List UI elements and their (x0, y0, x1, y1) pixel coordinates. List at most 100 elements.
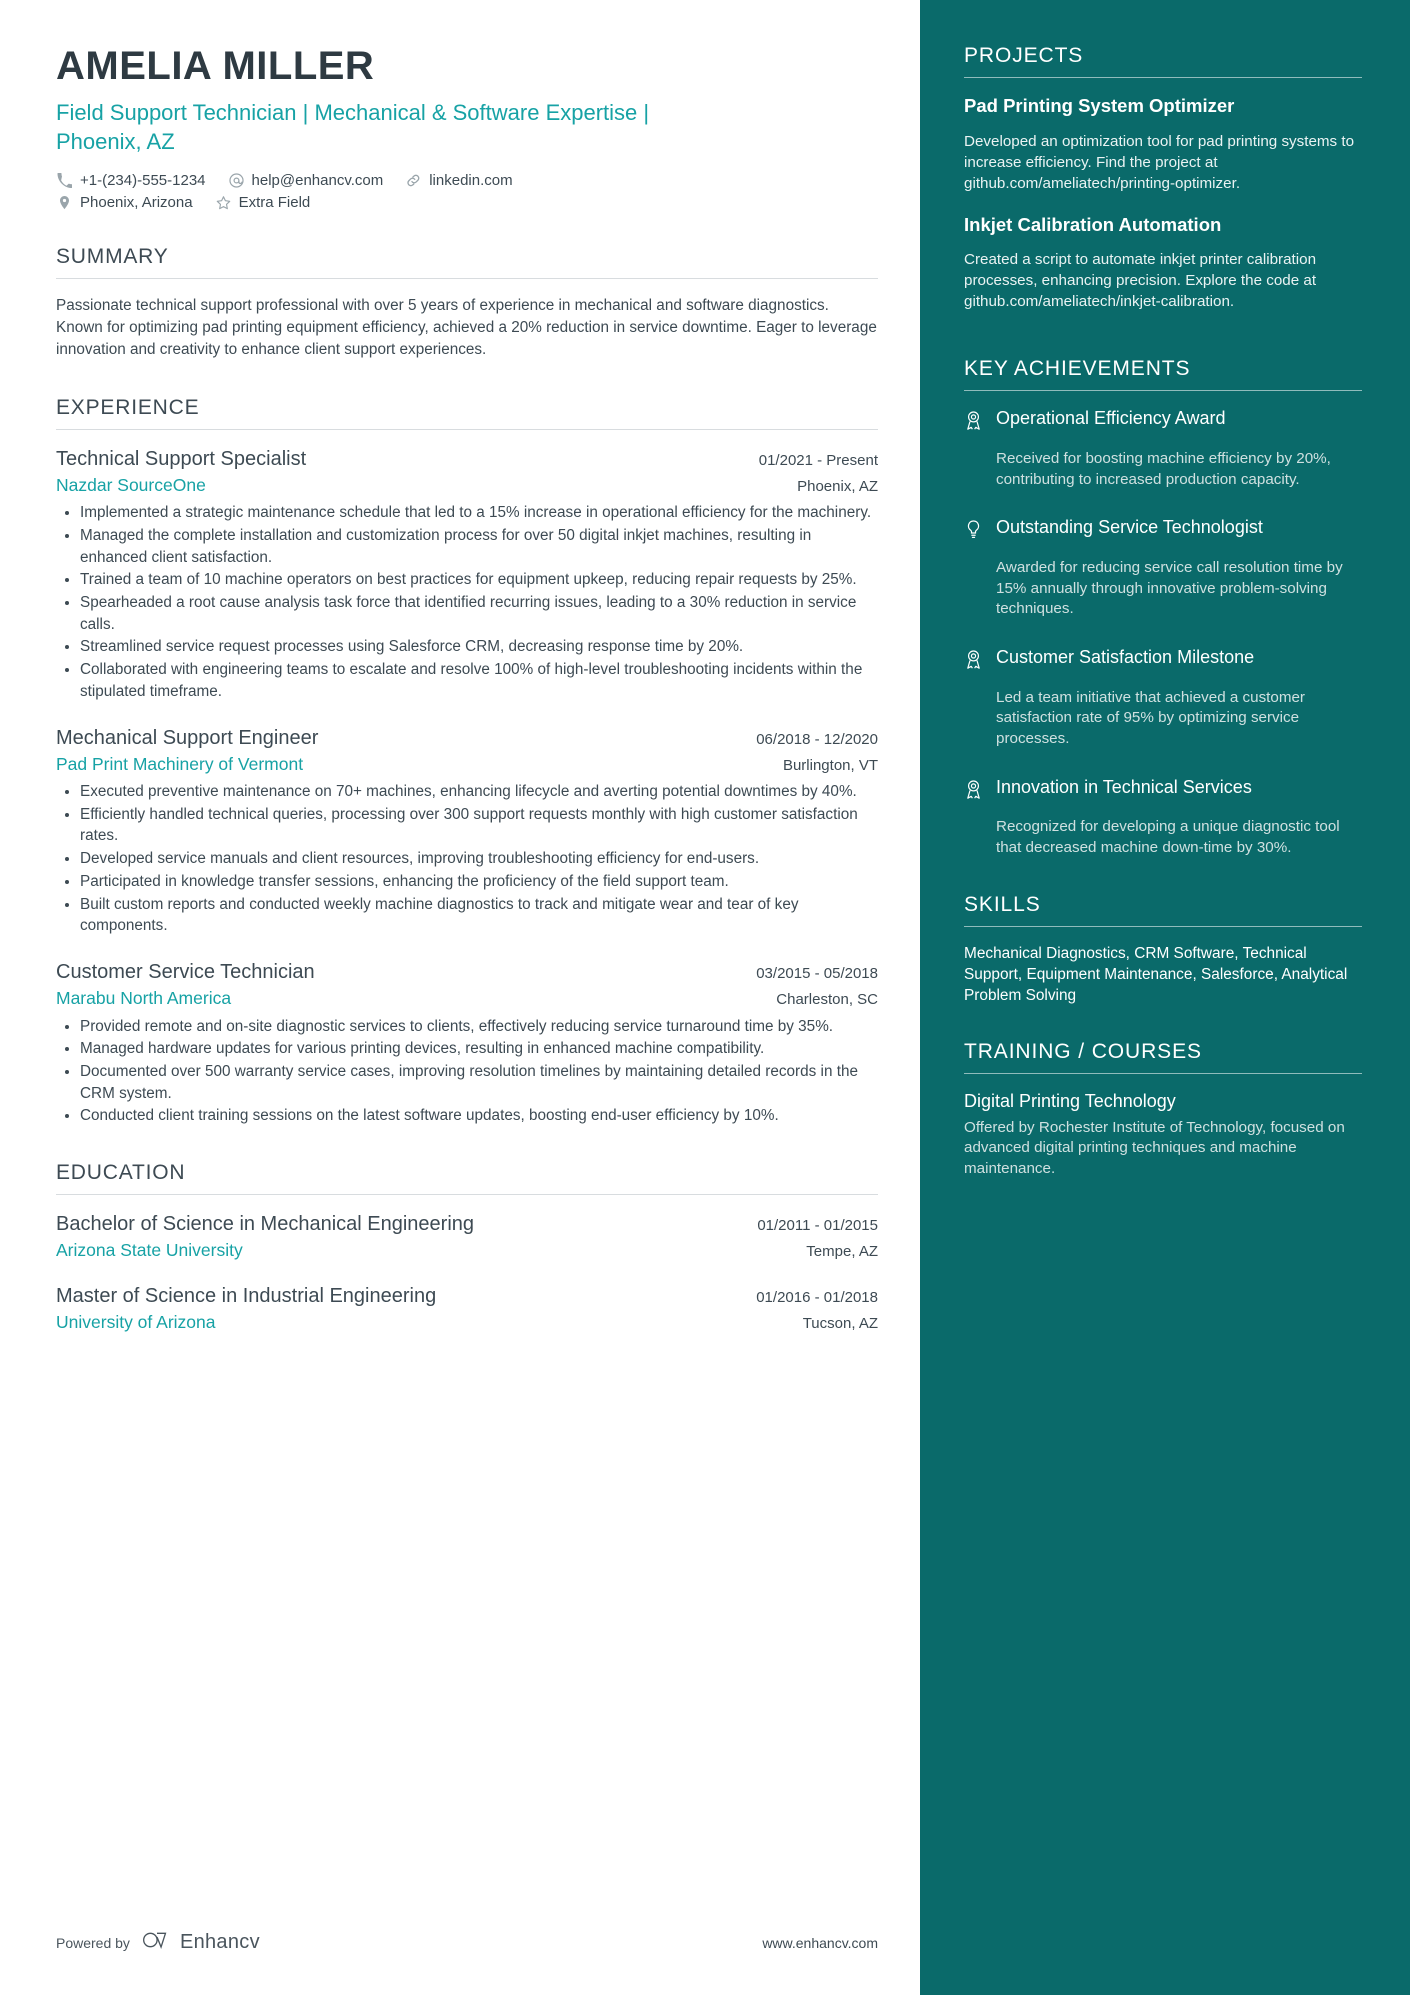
degree-date: 01/2016 - 01/2018 (756, 1288, 878, 1306)
contact-row-primary: +1-(234)-555-1234 help@enhancv.com linke… (56, 172, 878, 189)
contact-location[interactable]: Phoenix, Arizona (56, 194, 193, 211)
job-company: Marabu North America (56, 988, 232, 1009)
phone-icon (56, 172, 73, 189)
achievement-body: Operational Efficiency Award (996, 407, 1362, 435)
job-company: Nazdar SourceOne (56, 474, 206, 495)
job-bullet: Trained a team of 10 machine operators o… (65, 569, 878, 591)
education-entry: Bachelor of Science in Mechanical Engine… (56, 1211, 878, 1263)
contact-phone-text: +1-(234)-555-1234 (80, 172, 206, 190)
job-bullets: Provided remote and on-site diagnostic s… (56, 1016, 878, 1128)
job-bullet: Efficiently handled technical queries, p… (65, 804, 878, 847)
footer-url[interactable]: www.enhancv.com (762, 1935, 878, 1951)
project-item: Inkjet Calibration Automation Created a … (964, 213, 1362, 314)
school-name: University of Arizona (56, 1311, 216, 1332)
award-ribbon-icon (964, 649, 984, 671)
project-description: Created a script to automate inkjet prin… (964, 251, 1317, 311)
contact-info: +1-(234)-555-1234 help@enhancv.com linke… (56, 172, 878, 211)
achievement-title: Innovation in Technical Services (996, 776, 1252, 797)
education-entry-subheader: Arizona State University Tempe, AZ (56, 1238, 878, 1263)
job-bullet: Managed hardware updates for various pri… (65, 1038, 878, 1060)
achievement-header: Customer Satisfaction Milestone (964, 646, 1362, 674)
powered-by-block: Powered by Enhancv (56, 1928, 260, 1957)
school-location: Tempe, AZ (806, 1243, 878, 1261)
job-date: 06/2018 - 12/2020 (756, 730, 878, 748)
achievement-item: Operational Efficiency Award Received fo… (964, 407, 1362, 490)
candidate-name: AMELIA MILLER (56, 44, 375, 88)
job-company: Pad Print Machinery of Vermont (56, 753, 304, 774)
achievement-description: Received for boosting machine efficiency… (996, 449, 1331, 488)
education-entry-header: Master of Science in Industrial Engineer… (56, 1283, 878, 1310)
skills-heading: SKILLS (964, 892, 1041, 916)
main-column: AMELIA MILLER Field Support Technician |… (0, 0, 920, 1995)
training-section: TRAINING / COURSES Digital Printing Tech… (964, 1040, 1362, 1179)
job-bullet: Built custom reports and conducted weekl… (65, 894, 878, 937)
job-bullets: Implemented a strategic maintenance sche… (56, 502, 878, 702)
project-description: Developed an optimization tool for pad p… (964, 132, 1355, 192)
experience-entry-subheader: Marabu North America Charleston, SC (56, 986, 878, 1011)
achievement-description: Recognized for developing a unique diagn… (996, 818, 1340, 856)
training-item: Digital Printing Technology Offered by R… (964, 1090, 1362, 1179)
education-entry: Master of Science in Industrial Engineer… (56, 1283, 878, 1335)
experience-entry: Technical Support Specialist 01/2021 - P… (56, 446, 878, 703)
achievement-header: Innovation in Technical Services (964, 776, 1362, 804)
contact-phone[interactable]: +1-(234)-555-1234 (56, 172, 206, 189)
achievement-header: Operational Efficiency Award (964, 407, 1362, 435)
job-location: Burlington, VT (782, 756, 878, 774)
powered-by-label: Powered by (56, 1934, 130, 1951)
experience-entry-subheader: Pad Print Machinery of Vermont Burlingto… (56, 752, 878, 777)
project-name: Inkjet Calibration Automation (964, 213, 1222, 235)
candidate-headline: Field Support Technician | Mechanical & … (56, 100, 650, 155)
job-bullet: Managed the complete installation and cu… (65, 525, 878, 568)
school-name: Arizona State University (56, 1240, 243, 1261)
achievements-divider (964, 390, 1362, 392)
job-bullet: Collaborated with engineering teams to e… (65, 659, 878, 702)
education-section: EDUCATION Bachelor of Science in Mechani… (56, 1161, 878, 1334)
job-bullet: Executed preventive maintenance on 70+ m… (65, 781, 878, 803)
achievement-body: Outstanding Service Technologist (996, 516, 1362, 544)
job-date: 03/2015 - 05/2018 (756, 965, 878, 983)
job-bullet: Conducted client training sessions on th… (65, 1105, 878, 1127)
contact-email[interactable]: help@enhancv.com (228, 172, 384, 190)
contact-email-text: help@enhancv.com (251, 172, 384, 190)
achievement-title: Customer Satisfaction Milestone (996, 646, 1255, 667)
achievements-section: KEY ACHIEVEMENTS Operational Efficiency … (964, 357, 1362, 858)
achievement-header: Outstanding Service Technologist (964, 516, 1362, 544)
achievement-item: Innovation in Technical Services Recogni… (964, 776, 1362, 859)
degree-title: Master of Science in Industrial Engineer… (56, 1284, 437, 1307)
job-bullets: Executed preventive maintenance on 70+ m… (56, 781, 878, 937)
award-ribbon-icon (964, 410, 984, 432)
achievement-body: Customer Satisfaction Milestone (996, 646, 1362, 674)
job-title: Mechanical Support Engineer (56, 726, 319, 749)
summary-divider (56, 278, 878, 280)
email-icon (228, 172, 245, 189)
degree-title: Bachelor of Science in Mechanical Engine… (56, 1213, 475, 1236)
experience-entry: Mechanical Support Engineer 06/2018 - 12… (56, 725, 878, 938)
award-ribbon-icon (964, 779, 984, 801)
skills-divider (964, 925, 1362, 927)
projects-divider (964, 77, 1362, 78)
experience-entry-header: Mechanical Support Engineer 06/2018 - 12… (56, 725, 878, 752)
degree-date: 01/2011 - 01/2015 (757, 1217, 878, 1235)
link-icon (405, 172, 422, 189)
experience-entry-header: Customer Service Technician 03/2015 - 05… (56, 959, 878, 986)
summary-text: Passionate technical support professiona… (56, 297, 877, 359)
school-location: Tucson, AZ (802, 1314, 878, 1332)
contact-extra-field[interactable]: Extra Field (215, 194, 311, 212)
experience-heading: EXPERIENCE (56, 395, 200, 419)
achievement-title: Operational Efficiency Award (996, 408, 1226, 429)
experience-entry: Customer Service Technician 03/2015 - 05… (56, 959, 878, 1127)
course-description: Offered by Rochester Institute of Techno… (964, 1118, 1345, 1178)
contact-linkedin[interactable]: linkedin.com (405, 172, 513, 189)
achievement-description: Awarded for reducing service call resolu… (996, 558, 1343, 618)
contact-extra-field-text: Extra Field (238, 194, 311, 212)
skills-text: Mechanical Diagnostics, CRM Software, Te… (964, 944, 1348, 1005)
project-item: Pad Printing System Optimizer Developed … (964, 94, 1362, 195)
summary-heading: SUMMARY (56, 245, 169, 269)
summary-section: SUMMARY Passionate technical support pro… (56, 245, 878, 362)
job-location: Phoenix, AZ (797, 477, 878, 495)
contact-location-text: Phoenix, Arizona (80, 194, 193, 212)
job-location: Charleston, SC (776, 991, 878, 1009)
